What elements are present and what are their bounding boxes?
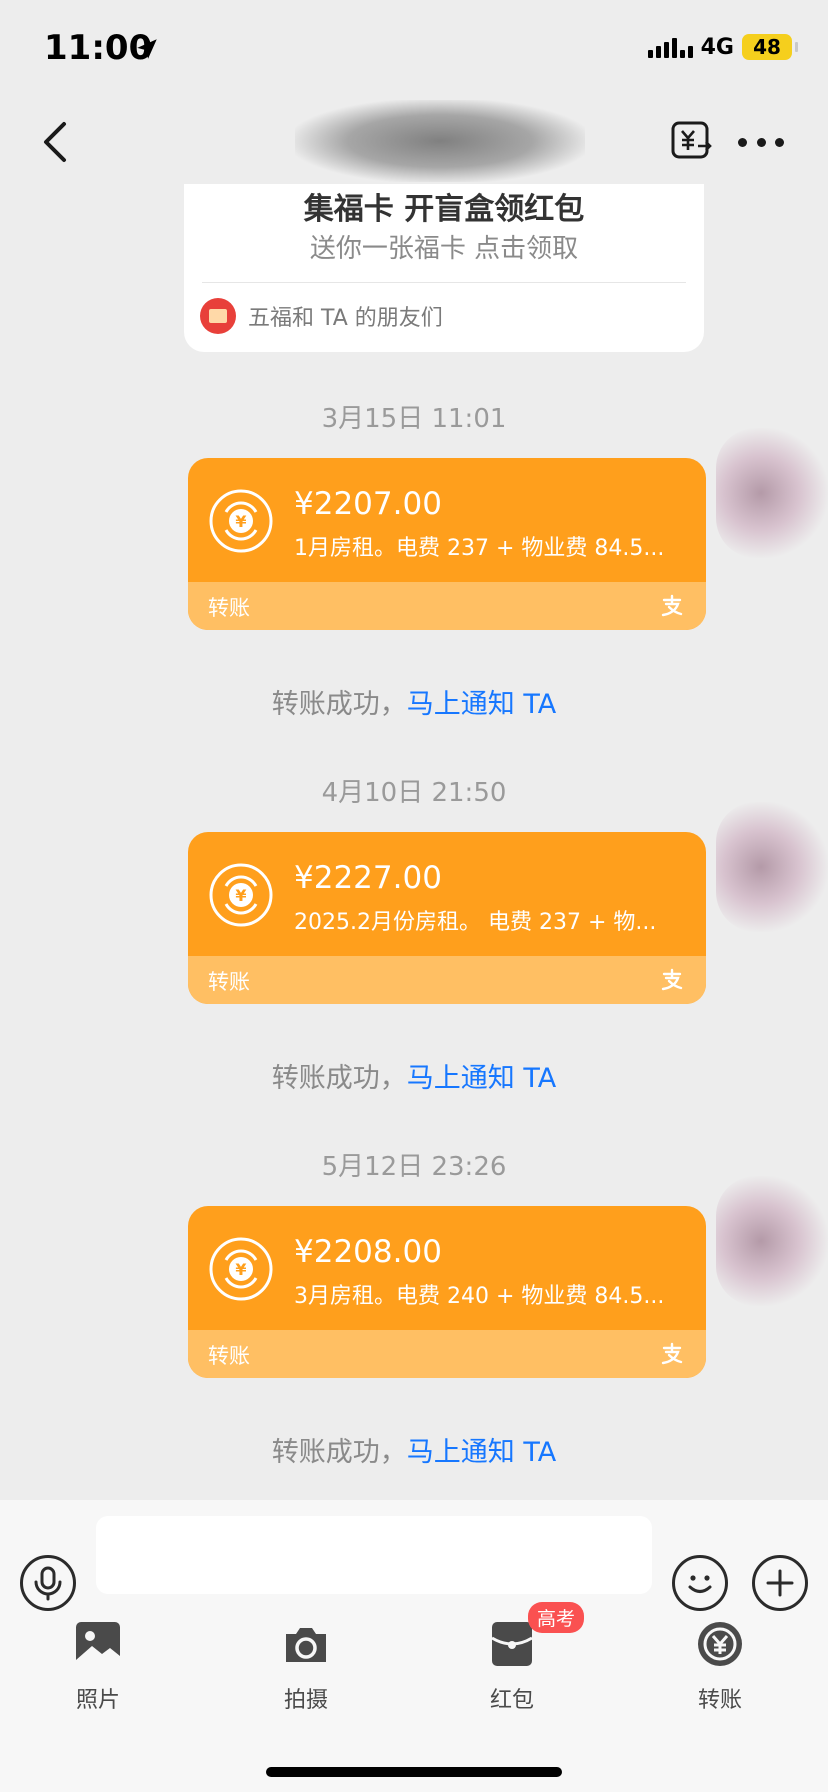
transfer-icon: ¥ [209, 489, 273, 553]
transfer-bubble[interactable]: ¥ ¥2207.00 1月房租。电费 237 + 物业费 84.5... 转账 [188, 458, 706, 630]
battery-icon: 48 [742, 34, 798, 60]
microphone-icon [34, 1566, 62, 1601]
photo-icon [74, 1620, 122, 1668]
transfer-label: 转账 [208, 596, 250, 620]
transfer-status: 转账成功，马上通知 TA [0, 682, 828, 721]
back-button[interactable] [36, 118, 76, 166]
transfer-label: 转账 [208, 970, 250, 994]
status-indicators: 4G 48 [647, 34, 798, 60]
fu-card-source-text: 五福和 TA 的朋友们 [248, 306, 443, 331]
toolbar-label: 红包 [489, 1688, 534, 1713]
fu-card-message[interactable]: 集福卡 开盲盒领红包 送你一张福卡 点击领取 五福和 TA 的朋友们 [184, 184, 704, 352]
avatar[interactable] [716, 802, 828, 932]
network-type: 4G [700, 34, 734, 60]
fu-logo-icon [200, 298, 236, 334]
red-packet-badge: 高考 [528, 1602, 585, 1633]
toolbar-photo[interactable]: 照片 [48, 1620, 148, 1714]
divider [202, 282, 686, 283]
message-timestamp: 4月10日 21:50 [321, 778, 507, 808]
alipay-icon [661, 594, 683, 617]
transfer-amount: ¥2207.00 [294, 486, 442, 522]
toolbar-label: 转账 [697, 1688, 742, 1713]
signal-icon [647, 36, 693, 58]
avatar[interactable] [716, 428, 828, 558]
fu-card-subtitle: 送你一张福卡 点击领取 [309, 234, 579, 264]
transfer-icon: ¥ [209, 863, 273, 927]
toolbar-label: 拍摄 [283, 1688, 328, 1713]
alipay-icon [661, 1342, 683, 1365]
transfer-status-text: 转账成功， [271, 1063, 407, 1094]
emoji-button[interactable] [672, 1555, 728, 1611]
transfer-icon [696, 1620, 744, 1668]
smiley-icon [688, 1575, 712, 1593]
camera-icon [282, 1620, 330, 1668]
notify-link[interactable]: 马上通知 TA [407, 1063, 556, 1094]
home-indicator [266, 1767, 562, 1777]
svg-text:¥: ¥ [235, 512, 246, 531]
transfer-bubble[interactable]: ¥ ¥2227.00 2025.2月份房租。 电费 237 + 物... 转账 [188, 832, 706, 1004]
plus-icon [766, 1569, 794, 1597]
page-title [295, 100, 585, 182]
fu-card-title: 集福卡 开盲盒领红包 [303, 192, 585, 227]
notify-link[interactable]: 马上通知 TA [407, 1437, 556, 1468]
transfer-memo: 1月房租。电费 237 + 物业费 84.5... [294, 536, 665, 561]
svg-text:¥: ¥ [235, 1260, 246, 1279]
transfer-bubble[interactable]: ¥ ¥2208.00 3月房租。电费 240 + 物业费 84.5... 转账 [188, 1206, 706, 1378]
message-timestamp: 3月15日 11:01 [321, 404, 507, 434]
transfer-status-text: 转账成功， [271, 1437, 407, 1468]
toolbar-label: 照片 [75, 1688, 120, 1713]
red-packet-icon: 高考 [488, 1602, 585, 1668]
transfer-memo: 3月房租。电费 240 + 物业费 84.5... [294, 1284, 665, 1309]
location-arrow-icon [137, 39, 157, 59]
avatar[interactable] [716, 1176, 828, 1306]
transfer-label: 转账 [208, 1344, 250, 1368]
transfer-status: 转账成功，马上通知 TA [0, 1056, 828, 1095]
toolbar-red-packet[interactable]: 高考 红包 [462, 1602, 585, 1714]
svg-text:¥: ¥ [235, 886, 246, 905]
nav-bar [0, 100, 828, 184]
toolbar-camera[interactable]: 拍摄 [256, 1620, 356, 1714]
notify-link[interactable]: 马上通知 TA [407, 689, 556, 720]
status-bar: 11:00 4G 48 [0, 0, 828, 100]
toolbar-transfer[interactable]: 转账 [670, 1620, 770, 1714]
alipay-icon [661, 968, 683, 991]
more-button[interactable] [738, 124, 784, 160]
transfer-history-icon[interactable] [670, 120, 712, 162]
transfer-icon: ¥ [209, 1237, 273, 1301]
input-bar: 照片 拍摄 高考 红包 转账 [0, 1500, 828, 1792]
transfer-amount: ¥2208.00 [294, 1234, 442, 1270]
transfer-status-text: 转账成功， [271, 689, 407, 720]
fu-card-source: 五福和 TA 的朋友们 [200, 298, 443, 334]
transfer-amount: ¥2227.00 [294, 860, 442, 896]
more-functions-button[interactable] [752, 1555, 808, 1611]
message-input[interactable] [96, 1516, 652, 1594]
transfer-status: 转账成功，马上通知 TA [0, 1430, 828, 1469]
transfer-memo: 2025.2月份房租。 电费 237 + 物... [294, 910, 657, 935]
voice-button[interactable] [20, 1555, 76, 1611]
message-timestamp: 5月12日 23:26 [321, 1152, 507, 1182]
